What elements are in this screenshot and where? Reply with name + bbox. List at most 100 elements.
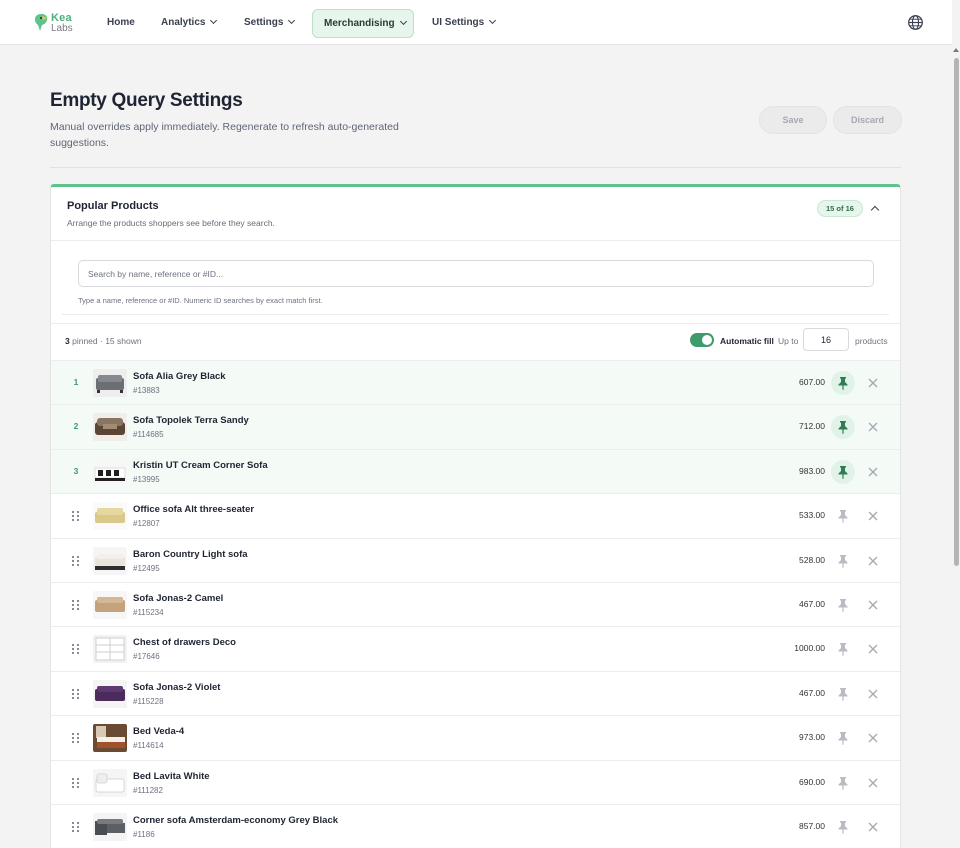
close-icon[interactable] bbox=[866, 642, 880, 656]
product-id: #115228 bbox=[133, 696, 164, 706]
product-name[interactable]: Sofa Topolek Terra Sandy bbox=[133, 415, 249, 426]
product-row[interactable]: Baron Country Light sofa #12495 528.00 bbox=[51, 537, 900, 583]
product-price: 467.00 bbox=[799, 599, 825, 609]
product-thumbnail bbox=[93, 679, 127, 708]
nav-ui-settings-label: UI Settings bbox=[432, 17, 485, 28]
product-thumbnail bbox=[93, 724, 127, 753]
chevron-up-icon[interactable] bbox=[870, 205, 880, 215]
pin-icon[interactable] bbox=[831, 593, 855, 617]
product-thumbnail bbox=[93, 546, 127, 575]
chevron-down-icon bbox=[210, 16, 218, 25]
product-id: #12807 bbox=[133, 519, 160, 529]
product-row[interactable]: 1 Sofa Alia Grey Black #13883 607.00 bbox=[51, 360, 900, 405]
product-name[interactable]: Office sofa Alt three-seater bbox=[133, 504, 254, 515]
product-price: 983.00 bbox=[799, 465, 825, 476]
nav-merchandising[interactable]: Merchandising bbox=[312, 9, 414, 38]
product-price: 528.00 bbox=[799, 554, 825, 565]
close-icon[interactable] bbox=[866, 776, 880, 790]
product-id: #12495 bbox=[133, 563, 160, 573]
nav-home[interactable]: Home bbox=[96, 9, 146, 37]
product-row[interactable]: 3 Kristin UT Cream Corner Sofa #13995 983.0… bbox=[51, 448, 900, 494]
product-row[interactable]: Sofa Jonas-2 Violet #115228 467.00 bbox=[51, 670, 900, 716]
product-name[interactable]: Bed Lavita White bbox=[133, 771, 210, 782]
pin-position: 1 bbox=[73, 377, 79, 387]
product-name[interactable]: Corner sofa Amsterdam-economy Grey Black bbox=[133, 815, 338, 826]
drag-handle-icon[interactable] bbox=[72, 511, 80, 522]
product-row[interactable]: Bed Veda-4 #114614 973.00 bbox=[51, 715, 900, 761]
product-row[interactable]: Office sofa Alt three-seater #12807 533.00 bbox=[51, 493, 900, 539]
kea-bird-icon bbox=[34, 13, 48, 31]
pin-icon[interactable] bbox=[831, 726, 855, 750]
automatic-fill-toggle[interactable] bbox=[690, 333, 714, 347]
scroll-up-arrow-icon[interactable] bbox=[953, 46, 959, 54]
pin-icon[interactable] bbox=[831, 504, 855, 528]
drag-handle-icon[interactable] bbox=[72, 555, 80, 567]
pin-icon[interactable] bbox=[831, 771, 855, 795]
nav-analytics[interactable]: Analytics bbox=[150, 9, 227, 37]
product-row[interactable]: Chest of drawers Deco #17646 1000.00 bbox=[51, 626, 900, 672]
product-id: #1186 bbox=[133, 830, 155, 839]
drag-handle-icon[interactable] bbox=[72, 644, 80, 655]
page-description: Manual overrides apply immediately. Rege… bbox=[50, 121, 399, 149]
nav-settings[interactable]: Settings bbox=[233, 9, 305, 37]
pin-icon[interactable] bbox=[831, 549, 855, 573]
product-thumbnail bbox=[93, 635, 127, 664]
nav-ui-settings[interactable]: UI Settings bbox=[421, 9, 506, 37]
product-id: #111282 bbox=[133, 785, 163, 795]
product-row[interactable]: 2 Sofa Topolek Terra Sandy #114685 712.00 bbox=[51, 404, 900, 450]
product-price: 1000.00 bbox=[794, 643, 825, 654]
product-row[interactable]: Sofa Jonas-2 Camel #115234 467.00 bbox=[51, 582, 900, 627]
product-id: #17646 bbox=[133, 652, 160, 662]
nav-settings-label: Settings bbox=[244, 17, 284, 28]
product-name[interactable]: Chest of drawers Deco bbox=[133, 637, 236, 648]
product-name[interactable]: Bed Veda-4 bbox=[133, 726, 184, 737]
product-price: 467.00 bbox=[799, 687, 825, 698]
chevron-down-icon bbox=[399, 17, 407, 26]
close-icon[interactable] bbox=[866, 509, 880, 523]
product-row[interactable]: Bed Lavita White #111282 690.00 bbox=[51, 759, 900, 805]
drag-handle-icon[interactable] bbox=[72, 688, 80, 700]
scrollbar-thumb[interactable] bbox=[954, 58, 959, 566]
product-price: 690.00 bbox=[799, 776, 825, 787]
pin-icon[interactable] bbox=[831, 815, 855, 839]
nav-analytics-label: Analytics bbox=[161, 17, 206, 28]
pin-icon[interactable] bbox=[831, 637, 855, 661]
drag-handle-icon[interactable] bbox=[72, 777, 80, 789]
product-thumbnail bbox=[93, 369, 127, 397]
product-limit-input[interactable] bbox=[803, 328, 849, 351]
product-search-input[interactable] bbox=[78, 260, 874, 287]
drag-handle-icon[interactable] bbox=[72, 600, 80, 611]
close-icon[interactable] bbox=[866, 420, 880, 434]
product-id: #114614 bbox=[133, 741, 164, 751]
close-icon[interactable] bbox=[866, 731, 880, 745]
save-button[interactable]: Save bbox=[759, 106, 827, 134]
brand-subname: Labs bbox=[51, 23, 73, 34]
close-icon[interactable] bbox=[866, 465, 880, 479]
close-icon[interactable] bbox=[866, 598, 880, 612]
close-icon[interactable] bbox=[866, 376, 880, 390]
close-icon[interactable] bbox=[866, 554, 880, 568]
globe-icon[interactable] bbox=[907, 14, 924, 31]
close-icon[interactable] bbox=[866, 687, 880, 701]
up-to-label: Up to bbox=[778, 336, 799, 346]
product-row[interactable]: Corner sofa Amsterdam-economy Grey Black… bbox=[51, 804, 900, 848]
discard-button[interactable]: Discard bbox=[833, 106, 902, 134]
product-id: #115234 bbox=[133, 608, 164, 617]
product-name[interactable]: Kristin UT Cream Corner Sofa bbox=[133, 460, 268, 471]
pin-position: 2 bbox=[73, 421, 79, 432]
drag-handle-icon[interactable] bbox=[72, 822, 80, 833]
pinned-icon[interactable] bbox=[831, 371, 855, 395]
close-icon[interactable] bbox=[866, 820, 880, 834]
pinned-icon[interactable] bbox=[831, 459, 855, 484]
product-name[interactable]: Sofa Jonas-2 Camel bbox=[133, 593, 223, 604]
pinned-summary-text: pinned · 15 shown bbox=[72, 336, 142, 346]
product-name[interactable]: Baron Country Light sofa bbox=[133, 549, 248, 560]
pin-icon[interactable] bbox=[831, 682, 855, 706]
product-id: #13995 bbox=[133, 474, 160, 484]
drag-handle-icon[interactable] bbox=[72, 733, 80, 744]
pinned-icon[interactable] bbox=[831, 415, 855, 440]
brand-logo[interactable]: Kea Labs bbox=[33, 12, 75, 36]
product-name[interactable]: Sofa Alia Grey Black bbox=[133, 371, 226, 382]
chevron-down-icon bbox=[489, 16, 497, 25]
product-name[interactable]: Sofa Jonas-2 Violet bbox=[133, 682, 220, 693]
